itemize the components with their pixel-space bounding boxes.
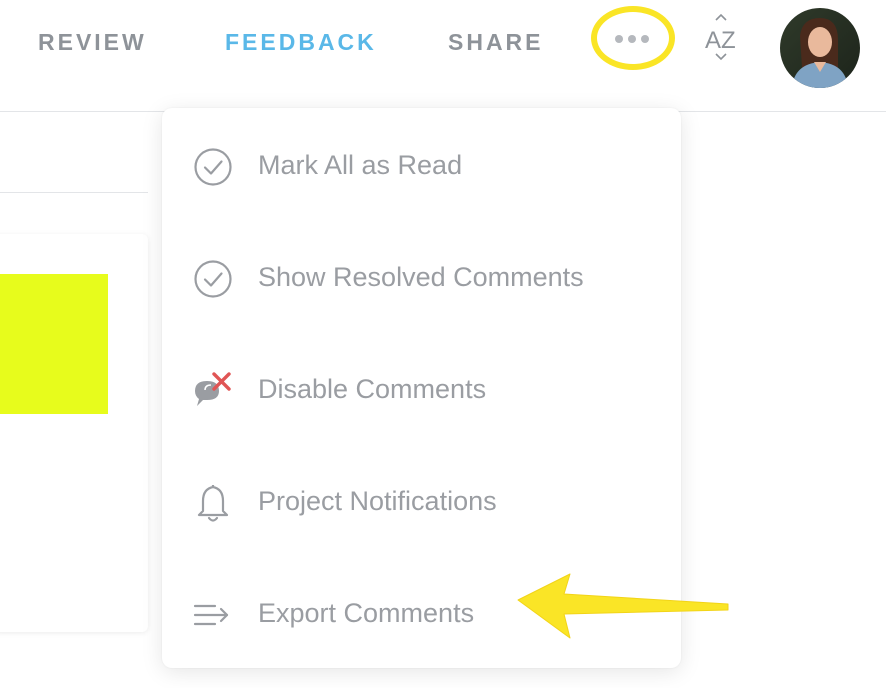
bell-icon (197, 484, 229, 522)
top-navigation-bar: REVIEW FEEDBACK SHARE AZ (0, 0, 886, 112)
menu-item-label: Export Comments (258, 598, 475, 628)
export-list-icon (193, 604, 229, 626)
menu-item-label: Show Resolved Comments (258, 262, 584, 292)
content-divider (0, 192, 148, 193)
menu-item-label: Mark All as Read (258, 150, 463, 180)
check-circle-icon (194, 148, 232, 186)
more-options-button[interactable] (602, 22, 662, 56)
menu-item-label: Project Notifications (258, 486, 497, 516)
color-swatch (0, 274, 108, 414)
sort-az-label: AZ (705, 27, 736, 54)
tab-share[interactable]: SHARE (448, 26, 544, 58)
menu-item-project-notifications[interactable]: Project Notifications (162, 456, 681, 546)
sort-az-button[interactable]: AZ (700, 13, 744, 68)
ellipsis-icon (615, 35, 649, 43)
menu-item-disable-comments[interactable]: Disable Comments (162, 344, 681, 434)
user-avatar[interactable] (780, 8, 860, 88)
menu-item-label: Disable Comments (258, 374, 487, 404)
annotation-arrow (517, 573, 729, 639)
comment-disabled-icon (195, 372, 231, 406)
tab-feedback[interactable]: FEEDBACK (225, 26, 377, 58)
menu-item-mark-all-read[interactable]: Mark All as Read (162, 120, 681, 210)
tab-review[interactable]: REVIEW (38, 26, 147, 58)
sort-az-icon: AZ (705, 13, 736, 61)
check-circle-icon (194, 260, 232, 298)
menu-item-show-resolved[interactable]: Show Resolved Comments (162, 232, 681, 322)
